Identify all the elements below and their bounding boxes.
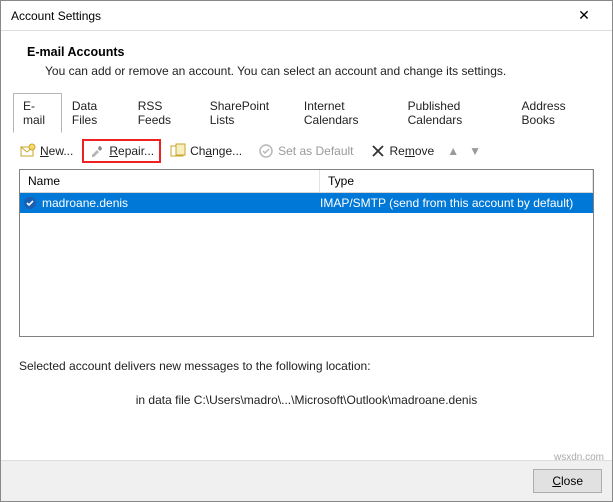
tab-sharepoint-lists[interactable]: SharePoint Lists xyxy=(200,93,294,133)
window-title: Account Settings xyxy=(11,9,101,23)
default-icon xyxy=(258,143,274,159)
titlebar: Account Settings ✕ xyxy=(1,1,612,31)
set-default-button: Set as Default xyxy=(251,139,360,163)
tabs-container: E-mail Data Files RSS Feeds SharePoint L… xyxy=(1,92,612,133)
account-default-icon xyxy=(20,196,40,210)
header-title: E-mail Accounts xyxy=(27,45,586,59)
change-button[interactable]: ChaChange...nge... xyxy=(163,139,249,163)
close-icon: ✕ xyxy=(578,7,590,24)
tab-rss-feeds[interactable]: RSS Feeds xyxy=(128,93,200,133)
tab-address-books[interactable]: Address Books xyxy=(512,93,600,133)
list-header: Name Type xyxy=(20,170,593,193)
change-icon xyxy=(170,143,186,159)
account-list: Name Type madroane.denis IMAP/SMTP (send… xyxy=(19,169,594,337)
toolbar: NNew...ew... RRepair...epair... ChaChang… xyxy=(1,133,612,169)
repair-button[interactable]: RRepair...epair... xyxy=(82,139,161,163)
default-label: Set as Default xyxy=(278,144,353,158)
new-icon xyxy=(20,143,36,159)
column-type[interactable]: Type xyxy=(320,170,593,192)
account-type: IMAP/SMTP (send from this account by def… xyxy=(320,196,593,210)
new-button[interactable]: NNew...ew... xyxy=(13,139,80,163)
remove-button[interactable]: RemRemoveove xyxy=(363,139,442,163)
column-name[interactable]: Name xyxy=(20,170,320,192)
window-close-button[interactable]: ✕ xyxy=(564,2,604,30)
bottom-bar: CCloselose xyxy=(1,460,612,501)
account-row[interactable]: madroane.denis IMAP/SMTP (send from this… xyxy=(20,193,593,213)
move-down-icon: ▼ xyxy=(465,144,485,158)
delivery-info: Selected account delivers new messages t… xyxy=(1,337,612,379)
tabs: E-mail Data Files RSS Feeds SharePoint L… xyxy=(13,92,600,133)
header-block: E-mail Accounts You can add or remove an… xyxy=(1,31,612,92)
header-description: You can add or remove an account. You ca… xyxy=(27,64,586,78)
remove-icon xyxy=(370,143,386,159)
delivery-path: in data file C:\Users\madro\...\Microsof… xyxy=(1,379,612,431)
repair-icon xyxy=(89,143,105,159)
move-up-icon: ▲ xyxy=(443,144,463,158)
tab-internet-calendars[interactable]: Internet Calendars xyxy=(294,93,398,133)
account-name: madroane.denis xyxy=(40,196,320,210)
tab-data-files[interactable]: Data Files xyxy=(62,93,128,133)
tab-published-calendars[interactable]: Published Calendars xyxy=(398,93,512,133)
tab-email[interactable]: E-mail xyxy=(13,93,62,133)
close-button[interactable]: CCloselose xyxy=(533,469,602,493)
